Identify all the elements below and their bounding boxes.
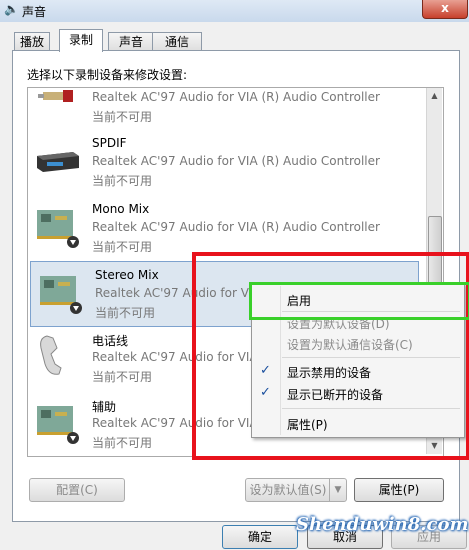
device-name: SPDIF bbox=[92, 136, 127, 150]
device-name: Stereo Mix bbox=[95, 268, 159, 282]
device-status: 当前不可用 bbox=[92, 436, 153, 450]
tab-sounds[interactable]: 声音 bbox=[108, 32, 154, 51]
device-status: 当前不可用 bbox=[92, 174, 153, 188]
device-status: 当前不可用 bbox=[95, 306, 156, 320]
tab-communications[interactable]: 通信 bbox=[152, 32, 202, 51]
device-status: 当前不可用 bbox=[92, 370, 153, 384]
list-item-mono-mix[interactable]: Mono Mix Realtek AC'97 Audio for VIA (R)… bbox=[28, 196, 426, 260]
configure-button[interactable]: 配置(C) bbox=[29, 478, 125, 502]
spdif-receiver-icon bbox=[37, 152, 79, 172]
device-status: 当前不可用 bbox=[92, 110, 153, 124]
sound-card-icon bbox=[37, 406, 79, 444]
device-status: 当前不可用 bbox=[92, 240, 153, 254]
sound-card-icon bbox=[37, 210, 79, 248]
audio-cable-icon bbox=[38, 90, 73, 102]
set-default-button[interactable]: 设为默认值(S) bbox=[245, 478, 331, 502]
close-button[interactable]: x bbox=[422, 0, 468, 19]
title-bar: 🔈 声音 x bbox=[0, 0, 469, 22]
speaker-icon: 🔈 bbox=[4, 2, 19, 16]
device-description: Realtek AC'97 Audio for VIA (R) Audio Co… bbox=[92, 90, 380, 104]
list-item-spdif[interactable]: SPDIF Realtek AC'97 Audio for VIA (R) Au… bbox=[28, 130, 426, 194]
annotation-green-box bbox=[249, 282, 469, 320]
device-description: Realtek AC'97 Audio for VIA (R) Audio Co… bbox=[92, 220, 380, 234]
sound-card-icon bbox=[40, 276, 82, 314]
scroll-up-arrow-icon[interactable]: ▲ bbox=[427, 88, 442, 103]
instruction-text: 选择以下录制设备来修改设置: bbox=[27, 68, 188, 82]
ok-button[interactable]: 确定 bbox=[222, 525, 298, 549]
device-description: Realtek AC'97 Audio for VIA (R) Audio Co… bbox=[92, 154, 380, 168]
watermark: Shenduwin8.com bbox=[296, 514, 469, 535]
device-name: Mono Mix bbox=[92, 202, 150, 216]
telephone-icon bbox=[40, 335, 62, 375]
window-title: 声音 bbox=[22, 5, 47, 19]
tab-recording[interactable]: 录制 bbox=[59, 29, 103, 52]
properties-button[interactable]: 属性(P) bbox=[354, 478, 444, 502]
device-name: 辅助 bbox=[92, 400, 117, 414]
list-item-line-in[interactable]: Realtek AC'97 Audio for VIA (R) Audio Co… bbox=[28, 88, 426, 130]
chevron-down-icon[interactable]: ▼ bbox=[329, 478, 347, 502]
tab-playback[interactable]: 播放 bbox=[14, 32, 50, 51]
device-name: 电话线 bbox=[92, 334, 129, 348]
